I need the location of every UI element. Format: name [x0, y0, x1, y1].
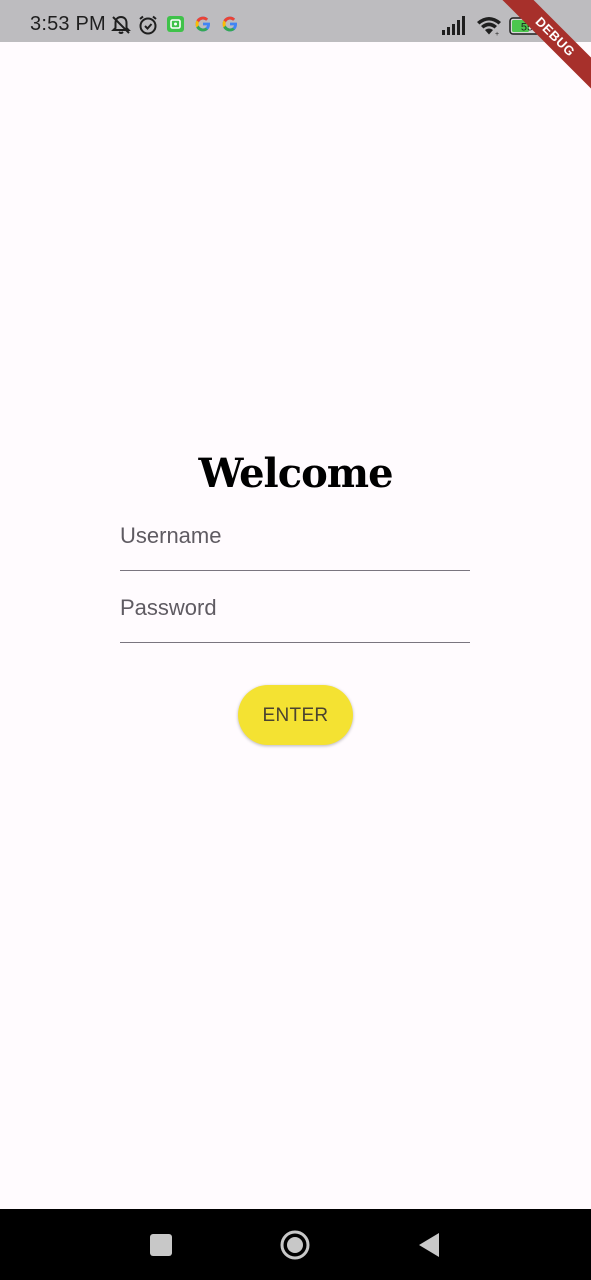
username-field[interactable]: Username — [120, 520, 470, 571]
back-button[interactable] — [411, 1227, 447, 1263]
welcome-title: Welcome — [198, 450, 393, 497]
back-icon — [419, 1233, 439, 1257]
signal-icon — [441, 14, 469, 41]
username-label: Username — [120, 523, 222, 548]
home-icon — [280, 1230, 310, 1260]
debug-label: DEBUG — [491, 0, 591, 100]
home-button[interactable] — [277, 1227, 313, 1263]
recents-button[interactable] — [143, 1227, 179, 1263]
debug-ribbon: DEBUG — [491, 0, 591, 100]
recents-icon — [150, 1234, 172, 1256]
status-time: 3:53 PM — [30, 13, 106, 35]
password-label: Password — [120, 595, 217, 620]
navigation-bar — [0, 1209, 591, 1280]
alarm-icon — [137, 14, 159, 41]
mute-icon — [110, 14, 132, 41]
enter-button[interactable]: ENTER — [238, 685, 353, 745]
google-icon — [220, 14, 240, 39]
password-field[interactable]: Password — [120, 592, 470, 643]
square-app-icon — [166, 14, 186, 39]
google-icon — [193, 14, 213, 39]
